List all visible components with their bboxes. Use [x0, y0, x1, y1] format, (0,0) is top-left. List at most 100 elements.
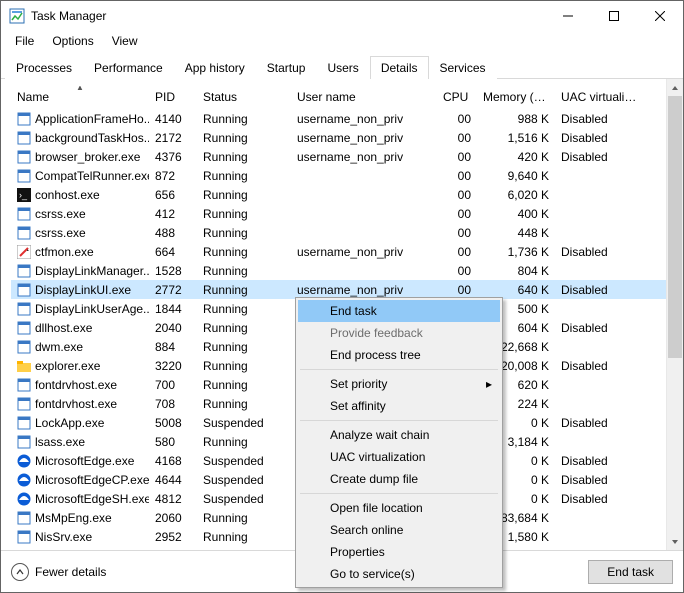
process-name: lsass.exe: [35, 435, 85, 449]
process-name: DisplayLinkUI.exe: [35, 283, 131, 297]
context-menu-create-dump-file[interactable]: Create dump file: [298, 468, 500, 490]
app-icon: [9, 8, 25, 24]
process-pid: 488: [149, 226, 197, 240]
scroll-track[interactable]: [667, 96, 683, 533]
table-row[interactable]: DisplayLinkManager....1528Running00804 K: [11, 261, 666, 280]
process-icon: [17, 150, 31, 164]
process-status: Suspended: [197, 416, 291, 430]
process-pid: 872: [149, 169, 197, 183]
column-header-cpu[interactable]: CPU: [437, 86, 477, 108]
sort-asc-icon: ▲: [76, 86, 84, 92]
task-manager-window: Task Manager FileOptionsView ProcessesPe…: [0, 0, 684, 593]
process-pid: 4168: [149, 454, 197, 468]
tab-startup[interactable]: Startup: [256, 56, 317, 79]
process-name: NisSrv.exe: [35, 530, 92, 544]
end-task-button[interactable]: End task: [588, 560, 673, 584]
context-menu-uac-virtualization[interactable]: UAC virtualization: [298, 446, 500, 468]
column-header-name[interactable]: ▲Name: [11, 86, 149, 108]
menu-separator: [300, 420, 498, 421]
process-uac: Disabled: [555, 416, 647, 430]
process-name: MicrosoftEdgeSH.exe: [35, 492, 149, 506]
process-status: Running: [197, 302, 291, 316]
process-status: Running: [197, 435, 291, 449]
context-menu-analyze-wait-chain[interactable]: Analyze wait chain: [298, 424, 500, 446]
maximize-button[interactable]: [591, 1, 637, 31]
scroll-thumb[interactable]: [668, 96, 682, 358]
process-status: Running: [197, 245, 291, 259]
column-header-pid[interactable]: PID: [149, 86, 197, 108]
process-name: DisplayLinkUserAge...: [35, 302, 149, 316]
close-button[interactable]: [637, 1, 683, 31]
menu-separator: [300, 369, 498, 370]
table-row[interactable]: browser_broker.exe4376Runningusername_no…: [11, 147, 666, 166]
context-menu-search-online[interactable]: Search online: [298, 519, 500, 541]
process-cpu: 00: [437, 150, 477, 164]
table-row[interactable]: ApplicationFrameHo...4140Runningusername…: [11, 109, 666, 128]
process-pid: 700: [149, 378, 197, 392]
process-name: conhost.exe: [35, 188, 100, 202]
column-header-memory[interactable]: Memory (a...: [477, 86, 555, 108]
process-icon: [17, 226, 31, 240]
vertical-scrollbar[interactable]: [666, 79, 683, 550]
process-uac: Disabled: [555, 131, 647, 145]
process-name: ApplicationFrameHo...: [35, 112, 149, 126]
tab-services[interactable]: Services: [429, 56, 497, 79]
process-uac: Disabled: [555, 150, 647, 164]
process-icon: [17, 473, 31, 487]
table-row[interactable]: ctfmon.exe664Runningusername_non_priv001…: [11, 242, 666, 261]
column-header-user[interactable]: User name: [291, 86, 437, 108]
scroll-down-button[interactable]: [667, 533, 683, 550]
table-row[interactable]: csrss.exe412Running00400 K: [11, 204, 666, 223]
menu-options[interactable]: Options: [44, 32, 101, 50]
tab-app-history[interactable]: App history: [174, 56, 256, 79]
window-title: Task Manager: [31, 9, 545, 23]
process-icon: [17, 264, 31, 278]
process-cpu: 00: [437, 207, 477, 221]
process-icon: [17, 302, 31, 316]
menu-file[interactable]: File: [7, 32, 42, 50]
process-status: Running: [197, 226, 291, 240]
table-row[interactable]: ›_conhost.exe656Running006,020 K: [11, 185, 666, 204]
table-row[interactable]: csrss.exe488Running00448 K: [11, 223, 666, 242]
table-row[interactable]: CompatTelRunner.exe872Running009,640 K: [11, 166, 666, 185]
minimize-button[interactable]: [545, 1, 591, 31]
context-menu-set-affinity[interactable]: Set affinity: [298, 395, 500, 417]
process-status: Running: [197, 511, 291, 525]
process-pid: 412: [149, 207, 197, 221]
column-header-status[interactable]: Status: [197, 86, 291, 108]
process-pid: 1528: [149, 264, 197, 278]
tab-performance[interactable]: Performance: [83, 56, 174, 79]
process-status: Running: [197, 131, 291, 145]
process-name: DisplayLinkManager....: [35, 264, 149, 278]
context-menu-end-task[interactable]: End task: [298, 300, 500, 322]
process-memory: 988 K: [477, 112, 555, 126]
tab-processes[interactable]: Processes: [5, 56, 83, 79]
process-uac: Disabled: [555, 492, 647, 506]
context-menu-properties[interactable]: Properties: [298, 541, 500, 563]
process-name: MicrosoftEdgeCP.exe: [35, 473, 149, 487]
svg-text:›_: ›_: [19, 190, 28, 200]
process-icon: [17, 359, 31, 373]
process-memory: 400 K: [477, 207, 555, 221]
context-menu-go-to-service-s-[interactable]: Go to service(s): [298, 563, 500, 585]
process-cpu: 00: [437, 112, 477, 126]
context-menu-set-priority[interactable]: Set priority▸: [298, 373, 500, 395]
tab-details[interactable]: Details: [370, 56, 429, 79]
title-bar[interactable]: Task Manager: [1, 1, 683, 31]
fewer-details-button[interactable]: Fewer details: [11, 563, 106, 581]
window-controls: [545, 1, 683, 31]
column-header-uac[interactable]: UAC virtualizat...: [555, 86, 647, 108]
scroll-up-button[interactable]: [667, 79, 683, 96]
process-name: CompatTelRunner.exe: [35, 169, 149, 183]
context-menu-end-process-tree[interactable]: End process tree: [298, 344, 500, 366]
process-icon: [17, 169, 31, 183]
process-status: Running: [197, 150, 291, 164]
tab-users[interactable]: Users: [316, 56, 369, 79]
process-user: username_non_priv: [291, 150, 437, 164]
process-name: MicrosoftEdge.exe: [35, 454, 134, 468]
process-icon: [17, 378, 31, 392]
table-row[interactable]: backgroundTaskHos...2172Runningusername_…: [11, 128, 666, 147]
process-name: browser_broker.exe: [35, 150, 140, 164]
menu-view[interactable]: View: [104, 32, 146, 50]
context-menu-open-file-location[interactable]: Open file location: [298, 497, 500, 519]
